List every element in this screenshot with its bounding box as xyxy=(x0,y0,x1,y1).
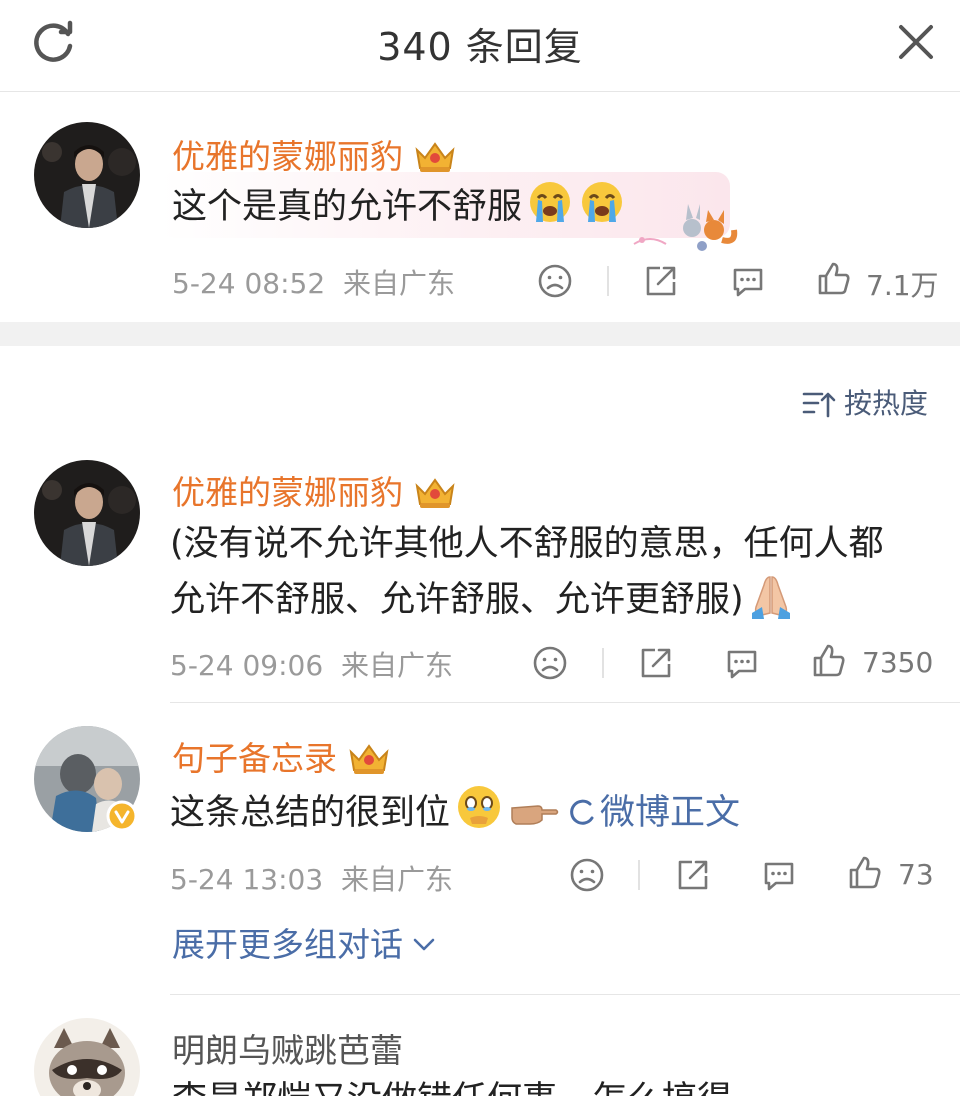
like-icon[interactable] xyxy=(846,854,884,892)
action-divider xyxy=(602,648,604,678)
comment-meta: 5-24 08:52 来自广东 xyxy=(172,262,455,302)
username[interactable]: 优雅的蒙娜丽豹 xyxy=(172,130,457,178)
comment-icon[interactable] xyxy=(723,644,761,682)
chevron-down-icon xyxy=(413,938,435,951)
page-title: 340 条回复 xyxy=(377,25,583,69)
comment-location: 来自广东 xyxy=(342,267,455,300)
comment-text-line: (没有说不允许其他人不舒服的意思，任何人都 xyxy=(170,524,884,564)
comment-divider xyxy=(170,994,960,995)
share-icon[interactable] xyxy=(642,262,680,300)
username[interactable]: 明朗乌贼跳芭蕾 xyxy=(172,1024,403,1072)
close-icon[interactable] xyxy=(892,18,940,66)
link-cloud-icon xyxy=(570,799,594,825)
like-count: 7350 xyxy=(862,646,934,679)
comment-text: 这个是真的允许不舒服 xyxy=(172,178,626,235)
like-count: 73 xyxy=(898,858,934,891)
crying-face-emoji-icon xyxy=(582,182,623,222)
dislike-icon[interactable] xyxy=(568,856,606,894)
sort-toggle[interactable]: 按热度 xyxy=(802,382,928,422)
comment-meta: 5-24 09:06 来自广东 xyxy=(170,644,453,684)
comment-icon[interactable] xyxy=(729,262,767,300)
comment-meta: 5-24 13:03 来自广东 xyxy=(170,858,453,898)
comment-text: 这条总结的很到位 微博正文 xyxy=(170,782,740,841)
action-divider xyxy=(607,266,609,296)
comment-text-line: 允许不舒服、允许舒服、允许更舒服) xyxy=(170,572,794,628)
crown-badge-icon xyxy=(415,478,455,508)
comment-text: 李昊郑恺又没做错任何事，怎么搞得 xyxy=(172,1072,732,1096)
like-icon[interactable] xyxy=(810,642,848,680)
comment-time: 5-24 09:06 xyxy=(170,649,324,682)
weibo-post-link[interactable]: 微博正文 xyxy=(566,793,740,833)
section-gap xyxy=(0,322,960,346)
crown-badge-icon xyxy=(415,142,455,172)
comment-icon[interactable] xyxy=(760,856,798,894)
pointing-right-hand-emoji-icon xyxy=(511,805,559,825)
dislike-icon[interactable] xyxy=(536,262,574,300)
header-bar: 340 条回复 xyxy=(0,0,960,92)
like-count: 7.1万 xyxy=(866,269,939,302)
avatar[interactable] xyxy=(34,122,140,228)
crown-badge-icon xyxy=(349,744,389,774)
avatar[interactable] xyxy=(34,460,140,566)
verified-badge-icon xyxy=(106,800,138,832)
comment-time: 5-24 08:52 xyxy=(172,267,326,300)
like-icon[interactable] xyxy=(815,260,853,298)
comment-location: 来自广东 xyxy=(340,863,453,896)
dislike-icon[interactable] xyxy=(531,644,569,682)
share-icon[interactable] xyxy=(674,856,712,894)
cartoon-fox-rabbit-sticker-icon xyxy=(633,204,738,251)
expand-more-conversations[interactable]: 展开更多组对话 xyxy=(172,918,439,966)
action-divider xyxy=(638,860,640,890)
crying-face-emoji-icon xyxy=(530,182,571,222)
comment-location: 来自广东 xyxy=(340,649,453,682)
comment-divider xyxy=(170,702,960,703)
username[interactable]: 句子备忘录 xyxy=(172,732,391,780)
avatar[interactable] xyxy=(34,1018,140,1096)
username[interactable]: 优雅的蒙娜丽豹 xyxy=(172,466,457,514)
share-icon[interactable] xyxy=(637,644,675,682)
holding-back-tears-emoji-icon xyxy=(458,786,501,828)
praying-hands-emoji-icon xyxy=(751,576,790,619)
sort-icon xyxy=(802,392,836,418)
comment-time: 5-24 13:03 xyxy=(170,863,324,896)
